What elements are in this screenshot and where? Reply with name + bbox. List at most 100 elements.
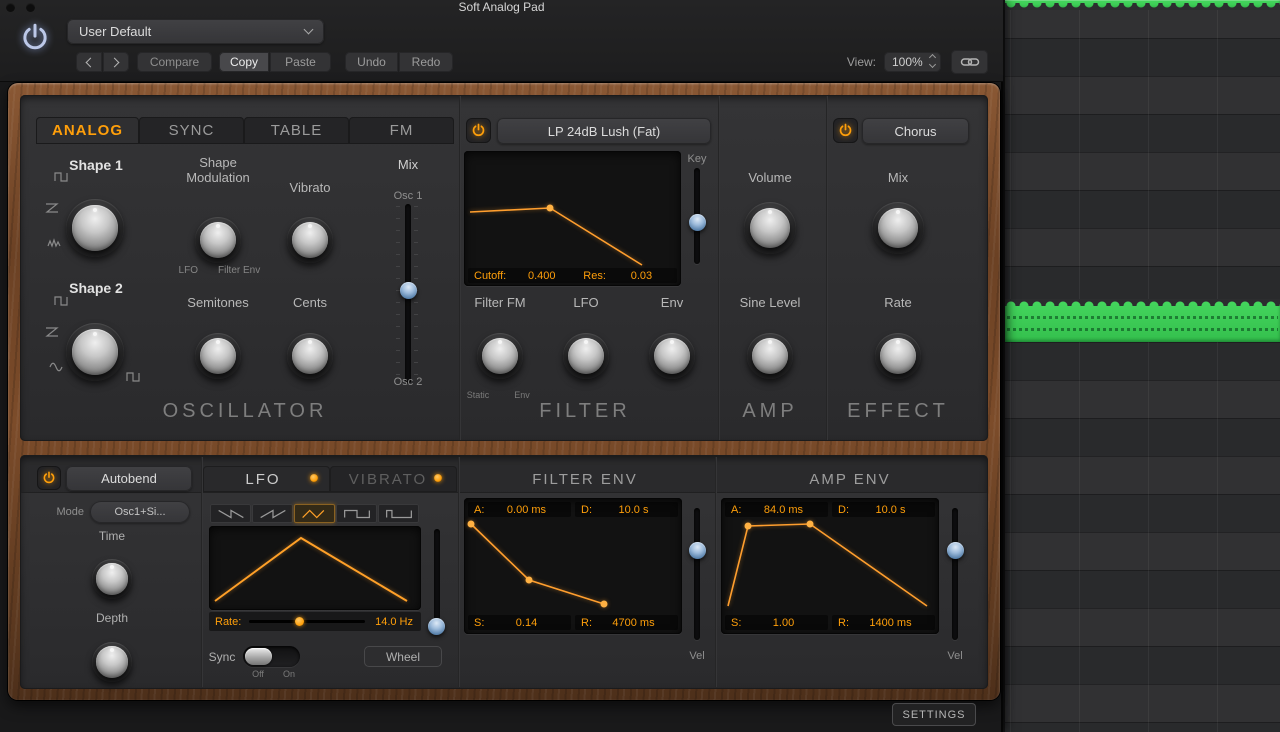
effect-rate-knob[interactable]	[875, 333, 921, 379]
sync-toggle[interactable]	[243, 646, 300, 667]
triangle-wave-icon	[45, 327, 59, 337]
decay-field[interactable]: D: 10.0 s	[575, 502, 678, 517]
lfo-waveform-display[interactable]	[209, 526, 421, 610]
noise-wave-icon	[47, 238, 61, 248]
filter-env-sr-strip: S: 0.14 R: 4700 ms	[468, 615, 678, 630]
release-field[interactable]: R: 1400 ms	[832, 615, 935, 630]
decay-field[interactable]: D: 10.0 s	[832, 502, 935, 517]
amp-env-vel-slider-handle[interactable]	[947, 542, 964, 559]
attack-field[interactable]: A: 84.0 ms	[725, 502, 828, 517]
effect-type-value: Chorus	[894, 123, 937, 139]
redo-button[interactable]: Redo	[399, 52, 453, 72]
semitones-knob[interactable]	[195, 333, 241, 379]
piano-roll-background[interactable]	[1005, 0, 1280, 732]
decay-value[interactable]: 10.0 s	[850, 504, 935, 516]
wheel-button[interactable]: Wheel	[364, 646, 442, 667]
effect-type-dropdown[interactable]: Chorus	[862, 118, 969, 144]
amp-env-title: AMP ENV	[809, 471, 891, 488]
autobend-dropdown[interactable]: Autobend	[66, 466, 192, 491]
key-label: Key	[687, 153, 707, 165]
filter-lfo-knob[interactable]	[563, 333, 609, 379]
view-zoom-dropdown[interactable]: 100%	[884, 52, 941, 72]
vibrato-knob[interactable]	[287, 217, 333, 263]
release-value[interactable]: 1400 ms	[850, 617, 935, 629]
sync-toggle-knob[interactable]	[245, 648, 272, 665]
decay-value[interactable]: 10.0 s	[593, 504, 678, 516]
amp-env-display[interactable]: A: 84.0 ms D: 10.0 s S: 1.00 R: 1400 ms	[721, 498, 939, 634]
filter-type-dropdown[interactable]: LP 24dB Lush (Fat)	[497, 118, 711, 144]
release-value[interactable]: 4700 ms	[593, 617, 678, 629]
lfo-wave-pulse-button[interactable]	[378, 504, 419, 523]
square-wave-icon	[126, 372, 140, 382]
separator	[715, 457, 717, 687]
cents-knob[interactable]	[287, 333, 333, 379]
amp-env-graph[interactable]	[721, 518, 939, 614]
lfo-wave-square-button[interactable]	[336, 504, 377, 523]
effect-mix-knob[interactable]	[872, 202, 924, 254]
tab-analog[interactable]: ANALOG	[36, 117, 139, 144]
filter-key-slider-handle[interactable]	[689, 214, 706, 231]
autobend-depth-knob[interactable]	[92, 642, 132, 682]
paste-button[interactable]: Paste	[270, 52, 331, 72]
lfo-wave-saw-up-button[interactable]	[252, 504, 293, 523]
sustain-field[interactable]: S: 0.14	[468, 615, 571, 630]
lfo-wave-saw-down-button[interactable]	[210, 504, 251, 523]
autobend-power-button[interactable]	[37, 466, 61, 490]
effect-power-button[interactable]	[833, 118, 858, 143]
filter-env-graph[interactable]	[464, 518, 682, 614]
filter-env-amount-knob[interactable]	[649, 333, 695, 379]
midi-note-region[interactable]	[1005, 299, 1280, 342]
triangle-wave-icon	[301, 509, 324, 518]
midi-note-region-top[interactable]	[1005, 0, 1280, 10]
attack-field[interactable]: A: 0.00 ms	[468, 502, 571, 517]
lfo-rate-slider-handle[interactable]	[295, 617, 305, 626]
tab-sync[interactable]: SYNC	[139, 117, 244, 144]
volume-knob[interactable]	[744, 202, 796, 254]
lfo-rate-value[interactable]: 14.0 Hz	[365, 616, 421, 628]
res-value[interactable]: 0.03	[606, 270, 677, 282]
attack-value[interactable]: 84.0 ms	[743, 504, 828, 516]
shape2-knob[interactable]	[66, 323, 124, 381]
sustain-value[interactable]: 0.14	[486, 617, 571, 629]
cutoff-value[interactable]: 0.400	[506, 270, 577, 282]
tab-table[interactable]: TABLE	[244, 117, 349, 144]
preset-forward-button[interactable]	[103, 52, 129, 72]
preset-back-button[interactable]	[76, 52, 102, 72]
filter-env-display[interactable]: A: 0.00 ms D: 10.0 s S: 0.14 R: 4700 ms	[464, 498, 682, 634]
copy-button[interactable]: Copy	[219, 52, 269, 72]
release-field[interactable]: R: 4700 ms	[575, 615, 678, 630]
sustain-value[interactable]: 1.00	[743, 617, 828, 629]
link-button[interactable]	[951, 50, 988, 74]
lfo-rate-strip: Rate: 14.0 Hz	[209, 612, 421, 631]
attack-value[interactable]: 0.00 ms	[486, 504, 571, 516]
filter-fm-knob[interactable]	[477, 333, 523, 379]
amp-env-vel-slider[interactable]	[952, 508, 958, 640]
lfo-rate-slider[interactable]	[249, 617, 365, 626]
triangle-wave-icon	[45, 203, 59, 213]
osc-mix-slider-handle[interactable]	[400, 282, 417, 299]
stepper-icon	[928, 53, 937, 69]
filter-type-value: LP 24dB Lush (Fat)	[547, 123, 661, 139]
filter-env-vel-slider-handle[interactable]	[689, 542, 706, 559]
shape1-knob[interactable]	[66, 199, 124, 257]
sustain-field[interactable]: S: 1.00	[725, 615, 828, 630]
plugin-power-button[interactable]	[16, 19, 54, 57]
effect-mix-label: Mix	[887, 170, 909, 185]
midi-note-detail	[1007, 316, 1278, 319]
preset-dropdown[interactable]: User Default	[67, 19, 324, 44]
vibrato-label: Vibrato	[289, 180, 331, 195]
filter-display[interactable]: Cutoff: 0.400 Res: 0.03	[464, 151, 681, 286]
tab-fm[interactable]: FM	[349, 117, 454, 144]
sine-level-knob[interactable]	[747, 333, 793, 379]
compare-button[interactable]: Compare	[137, 52, 212, 72]
filter-power-button[interactable]	[466, 118, 491, 143]
undo-button[interactable]: Undo	[345, 52, 398, 72]
settings-button[interactable]: SETTINGS	[892, 703, 976, 726]
lfo-amount-slider-handle[interactable]	[428, 618, 445, 635]
autobend-mode-dropdown[interactable]: Osc1+Si...	[90, 501, 190, 523]
filter-env-vel-slider[interactable]	[694, 508, 700, 640]
shape-modulation-knob[interactable]	[195, 217, 241, 263]
autobend-time-knob[interactable]	[92, 559, 132, 599]
filter-curve[interactable]	[464, 151, 681, 268]
lfo-wave-triangle-button[interactable]	[294, 504, 335, 523]
